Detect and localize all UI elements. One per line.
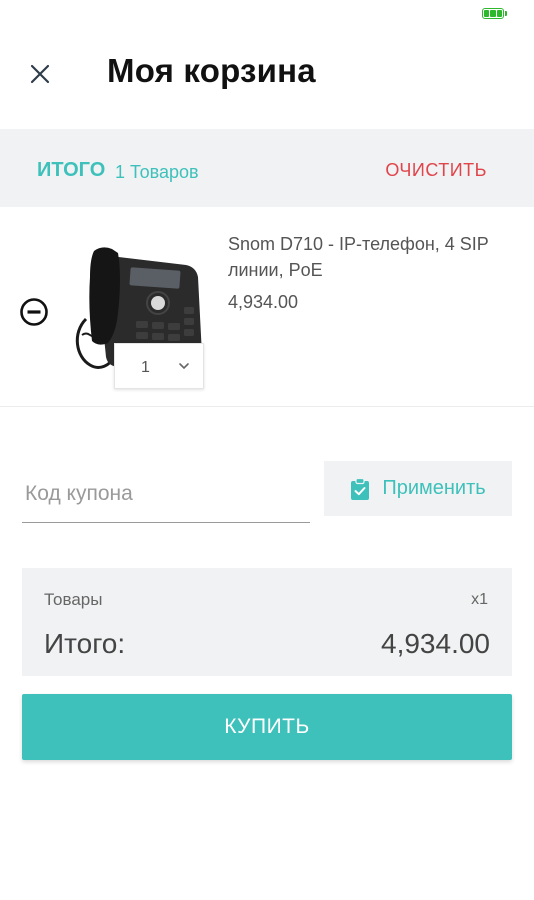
total-value: 4,934.00 <box>381 628 490 659</box>
chevron-down-icon <box>179 363 189 370</box>
apply-coupon-button[interactable]: Применить <box>324 461 512 516</box>
clear-cart-button[interactable]: ОЧИСТИТЬ <box>385 160 487 181</box>
buy-button[interactable]: КУПИТЬ <box>22 694 512 760</box>
remove-item-button[interactable] <box>18 296 50 328</box>
coupon-code-input[interactable] <box>22 465 310 523</box>
quantity-dropdown[interactable]: 1 <box>114 343 204 389</box>
product-name[interactable]: Snom D710 - IP-телефон, 4 SIP линии, PoE <box>228 231 508 283</box>
close-icon <box>30 64 50 84</box>
items-quantity: x1 <box>471 591 488 608</box>
summary-item-count: 1 Товаров <box>115 162 199 182</box>
page-title: Моя корзина <box>107 52 316 89</box>
apply-coupon-label: Применить <box>382 477 486 499</box>
summary-total-label: ИТОГО <box>37 159 106 181</box>
total-label: Итого: <box>44 628 126 659</box>
cart-summary-bar: ИТОГО 1 Товаров ОЧИСТИТЬ <box>0 129 534 207</box>
cart-item: 1 Snom D710 - IP-телефон, 4 SIP линии, P… <box>0 207 534 407</box>
order-totals: Товары x1 Итого: 4,934.00 <box>22 568 512 676</box>
buy-button-label: КУПИТЬ <box>224 715 310 738</box>
product-price: 4,934.00 <box>228 292 299 312</box>
items-label: Товары <box>44 590 103 609</box>
close-button[interactable] <box>22 56 58 92</box>
top-app-bar: Моя корзина <box>0 40 534 110</box>
clipboard-check-icon <box>351 477 370 500</box>
quantity-value: 1 <box>141 359 150 376</box>
battery-icon <box>482 8 504 19</box>
battery-indicator <box>482 8 508 19</box>
minus-circle-icon <box>20 298 48 326</box>
